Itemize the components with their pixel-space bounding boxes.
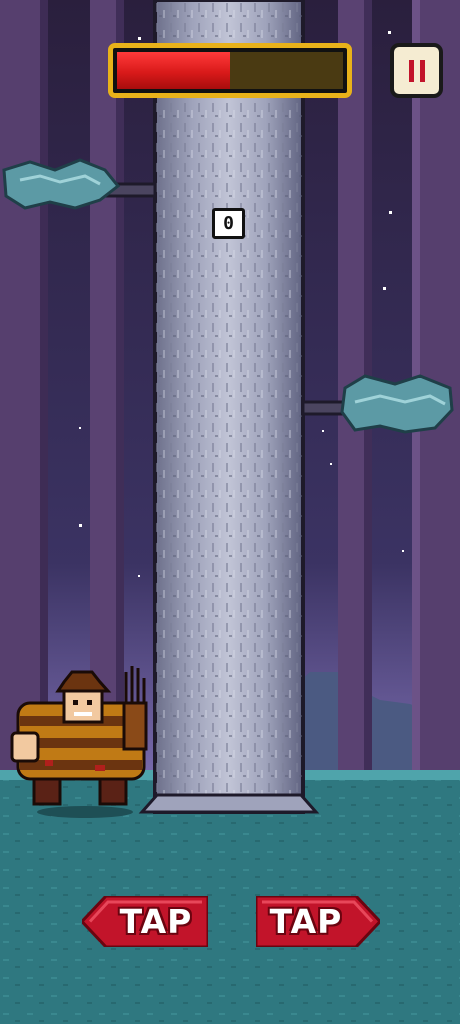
tap-right-button[interactable]: TAP (256, 896, 380, 947)
score-counter: 0 (212, 208, 245, 239)
time-remaining-bar (108, 43, 352, 98)
pause-icon (409, 60, 425, 82)
tap-left-button[interactable]: TAP (82, 896, 208, 947)
game-scene (0, 0, 460, 1024)
tap-right-label: TAP (269, 902, 343, 941)
tap-left-label: TAP (119, 902, 193, 941)
tree-trunk (138, 0, 320, 814)
time-remaining-track (117, 52, 343, 89)
pause-button[interactable] (390, 43, 443, 98)
time-remaining-fill (117, 52, 230, 89)
